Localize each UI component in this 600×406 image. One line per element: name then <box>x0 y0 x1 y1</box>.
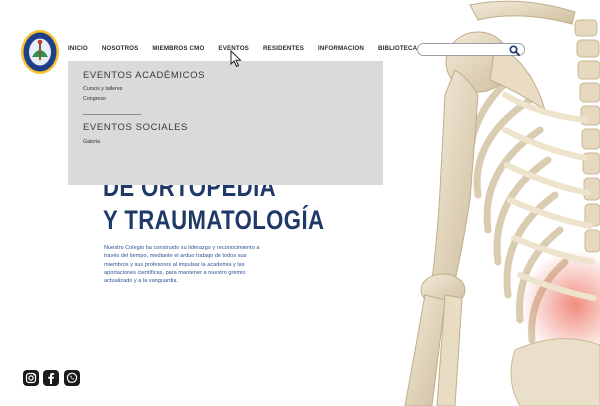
hero-title-line2: Y TRAUMATOLOGÍA <box>103 205 325 235</box>
facebook-icon <box>48 373 55 384</box>
instagram-icon <box>25 372 37 384</box>
hero-body-line: actualizado y a la vanguardia. <box>104 278 179 285</box>
whatsapp-icon <box>66 372 78 384</box>
hero-title-clip: DE ORTOPEDIA <box>100 185 330 207</box>
dropdown-item-galeria[interactable]: Galeria <box>83 139 100 145</box>
eventos-dropdown: EVENTOS ACADÉMICOS Cursos y talleres Con… <box>68 61 383 185</box>
whatsapp-button[interactable] <box>64 370 80 386</box>
nav-item-nosotros[interactable]: NOSOTROS <box>102 45 139 59</box>
nav-item-biblioteca[interactable]: BIBLIOTECA <box>378 45 417 59</box>
hero-body-line: Nuestro Colegio ha construido su lideraz… <box>104 245 260 251</box>
hero-body-line: través del tiempo, mediante el arduo tra… <box>104 253 247 260</box>
dropdown-item-congreso[interactable]: Congreso <box>83 96 106 102</box>
nav-item-residentes[interactable]: RESIDENTES <box>263 45 304 59</box>
dropdown-item-cursos[interactable]: Cursos y talleres <box>83 86 122 92</box>
mouse-cursor-icon <box>230 50 242 68</box>
nav-item-inicio[interactable]: INICIO <box>68 45 88 59</box>
search-input[interactable] <box>424 45 504 54</box>
main-nav: INICIO NOSOTROS MIEMBROS CMO EVENTOS RES… <box>68 45 417 59</box>
hero-body-line: miembros y sus profesores al impulsar la… <box>104 261 245 268</box>
dropdown-divider <box>83 114 141 115</box>
dropdown-heading-social[interactable]: EVENTOS SOCIALES <box>83 122 188 133</box>
facebook-button[interactable] <box>43 370 59 386</box>
search-icon[interactable] <box>509 45 520 56</box>
hero-body-line: aportaciones científicas, para mantener … <box>104 269 246 276</box>
nav-item-informacion[interactable]: INFORMACION <box>318 45 364 59</box>
dropdown-heading-academic[interactable]: EVENTOS ACADÉMICOS <box>83 70 205 81</box>
search-box[interactable] <box>417 43 525 56</box>
college-seal-logo[interactable] <box>20 29 60 75</box>
hero-title-line1: DE ORTOPEDIA <box>103 185 277 202</box>
hero-body-text: Nuestro Colegio ha construido su lideraz… <box>104 244 286 285</box>
instagram-button[interactable] <box>23 370 39 386</box>
nav-item-miembros-cmo[interactable]: MIEMBROS CMO <box>152 45 204 59</box>
